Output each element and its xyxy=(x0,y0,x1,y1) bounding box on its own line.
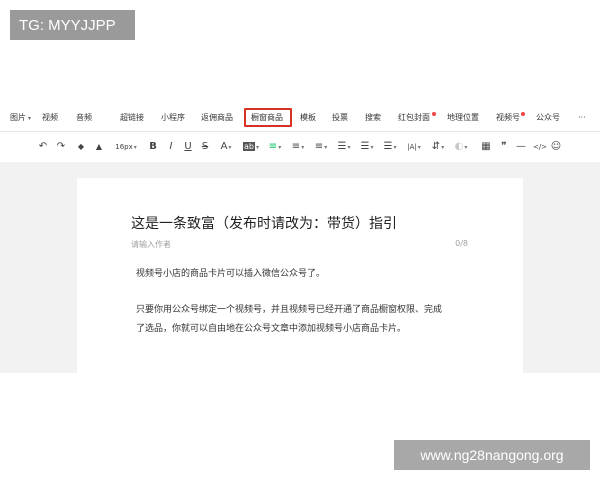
watermark-url: www.ng28nangong.org xyxy=(394,440,590,470)
quote-icon[interactable]: ❞ xyxy=(498,132,510,162)
chevron-down-icon: ▾ xyxy=(324,144,328,151)
article-page: 这是一条致富（发布时请改为：带货）指引 请输入作者 0/8 视频号小店的商品卡片… xyxy=(77,178,523,373)
chevron-down-icon: ▾ xyxy=(255,144,259,151)
menu-video[interactable]: 视频 xyxy=(42,103,58,132)
border-button[interactable]: ◐▾ xyxy=(452,132,470,162)
paragraph[interactable]: 视频号小店的商品卡片可以插入微信公众号了。 xyxy=(136,266,325,279)
chevron-down-icon: ▾ xyxy=(393,144,397,151)
emoji-icon[interactable]: ☺ xyxy=(550,132,562,162)
paragraph-spacing-button[interactable]: ≡▾ xyxy=(312,132,330,162)
menu-image-label: 图片 xyxy=(10,113,26,122)
format-painter-icon[interactable]: ◆ xyxy=(75,132,87,162)
text-direction-button[interactable]: ⇵▾ xyxy=(429,132,447,162)
indent-icon: ≡ xyxy=(291,141,301,152)
chevron-down-icon: ▾ xyxy=(417,144,421,151)
chevron-down-icon: ▾ xyxy=(301,144,305,151)
chevron-down-icon: ▾ xyxy=(441,144,445,151)
chevron-down-icon: ▾ xyxy=(464,144,468,151)
italic-icon[interactable]: I xyxy=(166,132,176,162)
font-color-button[interactable]: A▾ xyxy=(218,132,234,162)
watermark-tag: TG: MYYJJPP xyxy=(10,10,135,40)
background-color-icon: ab xyxy=(243,142,255,151)
undo-icon[interactable]: ↶ xyxy=(37,132,49,162)
menu-red-packet-cover[interactable]: 红包封面 xyxy=(398,103,430,132)
format-toolbar: ↶ ↷ ◆ ▲ 16px▾ B I U S A▾ ab ▾ ≡▾ ≡▾ ≡▾ ☰▾… xyxy=(0,132,600,162)
menu-hyperlink[interactable]: 超链接 xyxy=(120,103,144,132)
line-spacing-icon: ☰ xyxy=(383,141,393,152)
border-icon: ◐ xyxy=(454,141,464,152)
unordered-list-button[interactable]: ☰▾ xyxy=(335,132,353,162)
highlight-annotation xyxy=(244,108,292,127)
author-char-counter: 0/8 xyxy=(455,239,468,248)
background-color-button[interactable]: ab ▾ xyxy=(241,132,261,162)
menu-official-account[interactable]: 公众号 xyxy=(536,103,560,132)
ordered-list-button[interactable]: ☰▾ xyxy=(358,132,376,162)
author-input[interactable]: 请输入作者 xyxy=(131,239,171,250)
menu-search[interactable]: 搜索 xyxy=(365,103,381,132)
article-title[interactable]: 这是一条致富（发布时请改为：带货）指引 xyxy=(131,213,397,233)
chevron-down-icon: ▾ xyxy=(133,144,137,151)
font-size-select[interactable]: 16px▾ xyxy=(113,132,139,162)
paragraph[interactable]: 只要你用公众号绑定一个视频号，并且视频号已经开通了商品橱窗权限、完成 xyxy=(136,302,442,315)
menu-miniprogram[interactable]: 小程序 xyxy=(161,103,185,132)
menu-audio[interactable]: 音频 xyxy=(76,103,92,132)
chevron-down-icon: ▾ xyxy=(347,144,351,151)
menu-template[interactable]: 模板 xyxy=(300,103,316,132)
paragraph[interactable]: 了选品，你就可以自由地在公众号文章中添加视频号小店商品卡片。 xyxy=(136,321,406,334)
insert-menu-bar: 图片 ▾ 视频 音频 超链接 小程序 返佣商品 橱窗商品 模板 投票 搜索 红包封… xyxy=(0,103,600,132)
menu-image[interactable]: 图片 ▾ xyxy=(10,103,31,132)
line-height-icon: ≡ xyxy=(314,141,324,152)
clear-format-icon[interactable]: ▲ xyxy=(93,132,105,162)
line-spacing-button[interactable]: ☰▾ xyxy=(381,132,399,162)
align-icon: ≡ xyxy=(268,141,278,152)
menu-vote[interactable]: 投票 xyxy=(332,103,348,132)
letter-spacing-button[interactable]: |A|▾ xyxy=(404,132,424,162)
font-color-icon: A xyxy=(220,141,228,152)
menu-location[interactable]: 地理位置 xyxy=(447,103,479,132)
menu-channels[interactable]: 视频号 xyxy=(496,103,520,132)
chevron-down-icon: ▾ xyxy=(228,144,232,151)
chevron-down-icon: ▾ xyxy=(278,144,282,151)
strikethrough-icon[interactable]: S xyxy=(200,132,210,162)
divider-icon[interactable]: — xyxy=(515,132,527,162)
new-badge-dot xyxy=(521,112,525,116)
table-icon[interactable]: ▦ xyxy=(480,132,492,162)
code-icon[interactable]: </> xyxy=(532,132,548,162)
indent-button[interactable]: ≡▾ xyxy=(289,132,307,162)
menu-commission-goods[interactable]: 返佣商品 xyxy=(201,103,233,132)
redo-icon[interactable]: ↷ xyxy=(55,132,67,162)
new-badge-dot xyxy=(432,112,436,116)
list-ordered-icon: ☰ xyxy=(360,141,370,152)
letter-spacing-icon: |A| xyxy=(407,143,417,151)
underline-icon[interactable]: U xyxy=(183,132,193,162)
list-unordered-icon: ☰ xyxy=(337,141,347,152)
chevron-down-icon: ▾ xyxy=(370,144,374,151)
font-size-value: 16px xyxy=(115,143,133,151)
text-direction-icon: ⇵ xyxy=(431,141,441,152)
align-button[interactable]: ≡▾ xyxy=(267,132,283,162)
bold-icon[interactable]: B xyxy=(148,132,158,162)
chevron-down-icon: ▾ xyxy=(28,115,32,122)
menu-more-icon[interactable]: ··· xyxy=(578,103,586,132)
